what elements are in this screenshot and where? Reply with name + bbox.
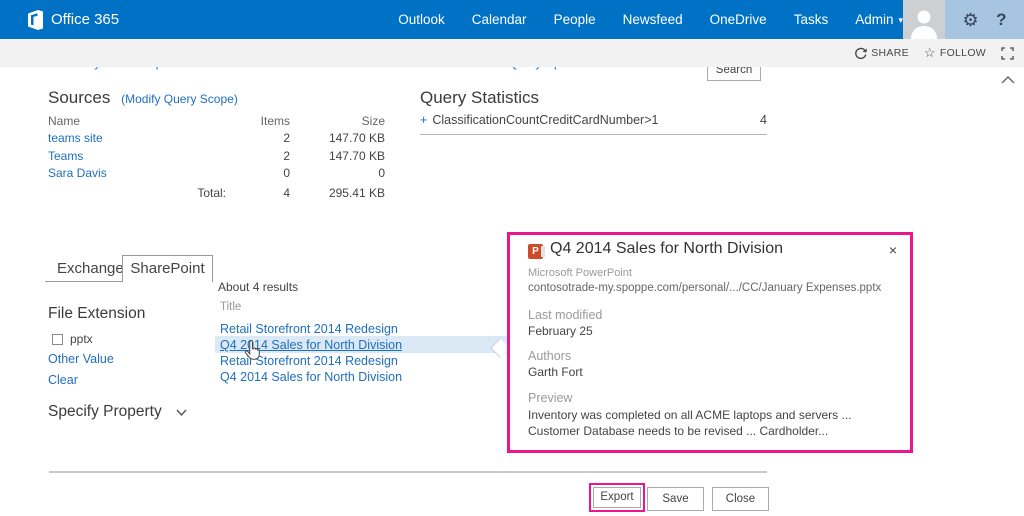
source-link[interactable]: Teams bbox=[48, 149, 230, 163]
col-size: Size bbox=[290, 114, 385, 128]
save-button[interactable]: Save bbox=[647, 487, 704, 511]
person-icon bbox=[907, 5, 941, 39]
chevron-down-icon bbox=[176, 409, 187, 416]
collapse-chevron-icon[interactable] bbox=[1001, 71, 1015, 89]
focus-mode-icon bbox=[1001, 47, 1014, 60]
last-modified-value: February 25 bbox=[528, 324, 593, 338]
powerpoint-icon: P bbox=[528, 244, 543, 259]
query-statistic-label: ClassificationCountCreditCardNumber>1 bbox=[432, 113, 658, 127]
suite-nav: Outlook Calendar People Newsfeed OneDriv… bbox=[398, 0, 903, 39]
sources-table: Name Items Size teams site 2 147.70 KB T… bbox=[48, 112, 385, 202]
sources-header-row: Name Items Size bbox=[48, 112, 385, 130]
pptx-filter[interactable]: pptx bbox=[52, 332, 93, 346]
specify-property-toggle[interactable]: Specify Property bbox=[48, 403, 187, 421]
nav-calendar[interactable]: Calendar bbox=[472, 12, 527, 27]
footer-divider bbox=[49, 471, 767, 473]
cursor-hand-icon bbox=[244, 340, 260, 365]
help-icon[interactable]: ? bbox=[996, 10, 1006, 30]
share-button[interactable]: SHARE bbox=[854, 47, 909, 60]
table-row: Teams 2 147.70 KB bbox=[48, 147, 385, 165]
modify-query-scope-link[interactable]: (Modify Query Scope) bbox=[121, 92, 238, 106]
query-statistic-value: 4 bbox=[760, 113, 767, 127]
office-logo-icon bbox=[27, 10, 44, 30]
suite-bar: Office 365 Outlook Calendar People Newsf… bbox=[0, 0, 1024, 39]
ribbon-actions: SHARE ☆ FOLLOW bbox=[854, 39, 1014, 67]
col-items: Items bbox=[230, 114, 290, 128]
share-icon bbox=[854, 47, 867, 60]
table-row: teams site 2 147.70 KB bbox=[48, 130, 385, 148]
nav-newsfeed[interactable]: Newsfeed bbox=[623, 12, 683, 27]
result-link[interactable]: Retail Storefront 2014 Redesign bbox=[220, 322, 398, 336]
popup-document-url: contosotrade-my.spoppe.com/personal/.../… bbox=[528, 282, 881, 294]
sources-heading: Sources (Modify Query Scope) bbox=[48, 88, 238, 108]
pptx-checkbox[interactable] bbox=[52, 334, 63, 345]
tab-sharepoint[interactable]: SharePoint bbox=[122, 255, 213, 282]
popup-app-name: Microsoft PowerPoint bbox=[528, 267, 632, 279]
tab-divider bbox=[45, 281, 122, 282]
preview-text: Inventory was completed on all ACME lapt… bbox=[528, 407, 884, 439]
col-name: Name bbox=[48, 114, 230, 128]
table-row: Sara Davis 0 0 bbox=[48, 165, 385, 183]
follow-button[interactable]: ☆ FOLLOW bbox=[924, 45, 986, 61]
total-row: Total: 4 295.41 KB bbox=[48, 184, 385, 202]
close-icon[interactable]: × bbox=[889, 242, 897, 258]
brand-text: Office 365 bbox=[51, 11, 119, 28]
results-column-title: Title bbox=[220, 301, 241, 313]
pptx-label: pptx bbox=[70, 332, 93, 346]
user-avatar[interactable] bbox=[903, 0, 945, 39]
expand-plus-icon[interactable]: + bbox=[420, 113, 427, 127]
source-link[interactable]: teams site bbox=[48, 131, 230, 145]
nav-onedrive[interactable]: OneDrive bbox=[710, 12, 767, 27]
clear-link[interactable]: Clear bbox=[48, 373, 78, 387]
other-value-link[interactable]: Other Value bbox=[48, 352, 114, 366]
export-button[interactable]: Export bbox=[593, 487, 641, 508]
popup-title: Q4 2014 Sales for North Division bbox=[550, 240, 783, 258]
preview-label: Preview bbox=[528, 391, 572, 405]
query-statistics-heading: Query Statistics bbox=[420, 88, 539, 108]
close-button[interactable]: Close bbox=[712, 487, 769, 511]
source-link[interactable]: Sara Davis bbox=[48, 166, 230, 180]
file-extension-heading: File Extension bbox=[48, 305, 145, 323]
nav-tasks[interactable]: Tasks bbox=[794, 12, 829, 27]
tab-exchange[interactable]: Exchange bbox=[57, 260, 124, 277]
export-annotation-box: Export bbox=[589, 483, 645, 512]
query-statistics-row: + ClassificationCountCreditCardNumber>1 … bbox=[420, 113, 767, 135]
focus-mode-button[interactable] bbox=[1001, 47, 1014, 60]
document-preview-popup: P Q4 2014 Sales for North Division × Mic… bbox=[507, 232, 913, 453]
nav-admin[interactable]: Admin ▾ bbox=[855, 12, 903, 27]
follow-star-icon: ☆ bbox=[924, 45, 936, 61]
results-count: About 4 results bbox=[218, 280, 298, 294]
last-modified-label: Last modified bbox=[528, 308, 602, 322]
nav-outlook[interactable]: Outlook bbox=[398, 12, 445, 27]
ribbon-bar: SHARE ☆ FOLLOW bbox=[0, 39, 1024, 67]
result-link[interactable]: Q4 2014 Sales for North Division bbox=[220, 370, 402, 384]
authors-label: Authors bbox=[528, 349, 571, 363]
ediscovery-search-page: Office 365 Outlook Calendar People Newsf… bbox=[0, 0, 1024, 516]
authors-value: Garth Fort bbox=[528, 365, 583, 379]
office365-logo[interactable]: Office 365 bbox=[27, 0, 119, 39]
nav-people[interactable]: People bbox=[554, 12, 596, 27]
settings-gear-icon[interactable]: ⚙ bbox=[962, 11, 978, 29]
suite-bar-right: ⚙ ? bbox=[945, 0, 1024, 39]
